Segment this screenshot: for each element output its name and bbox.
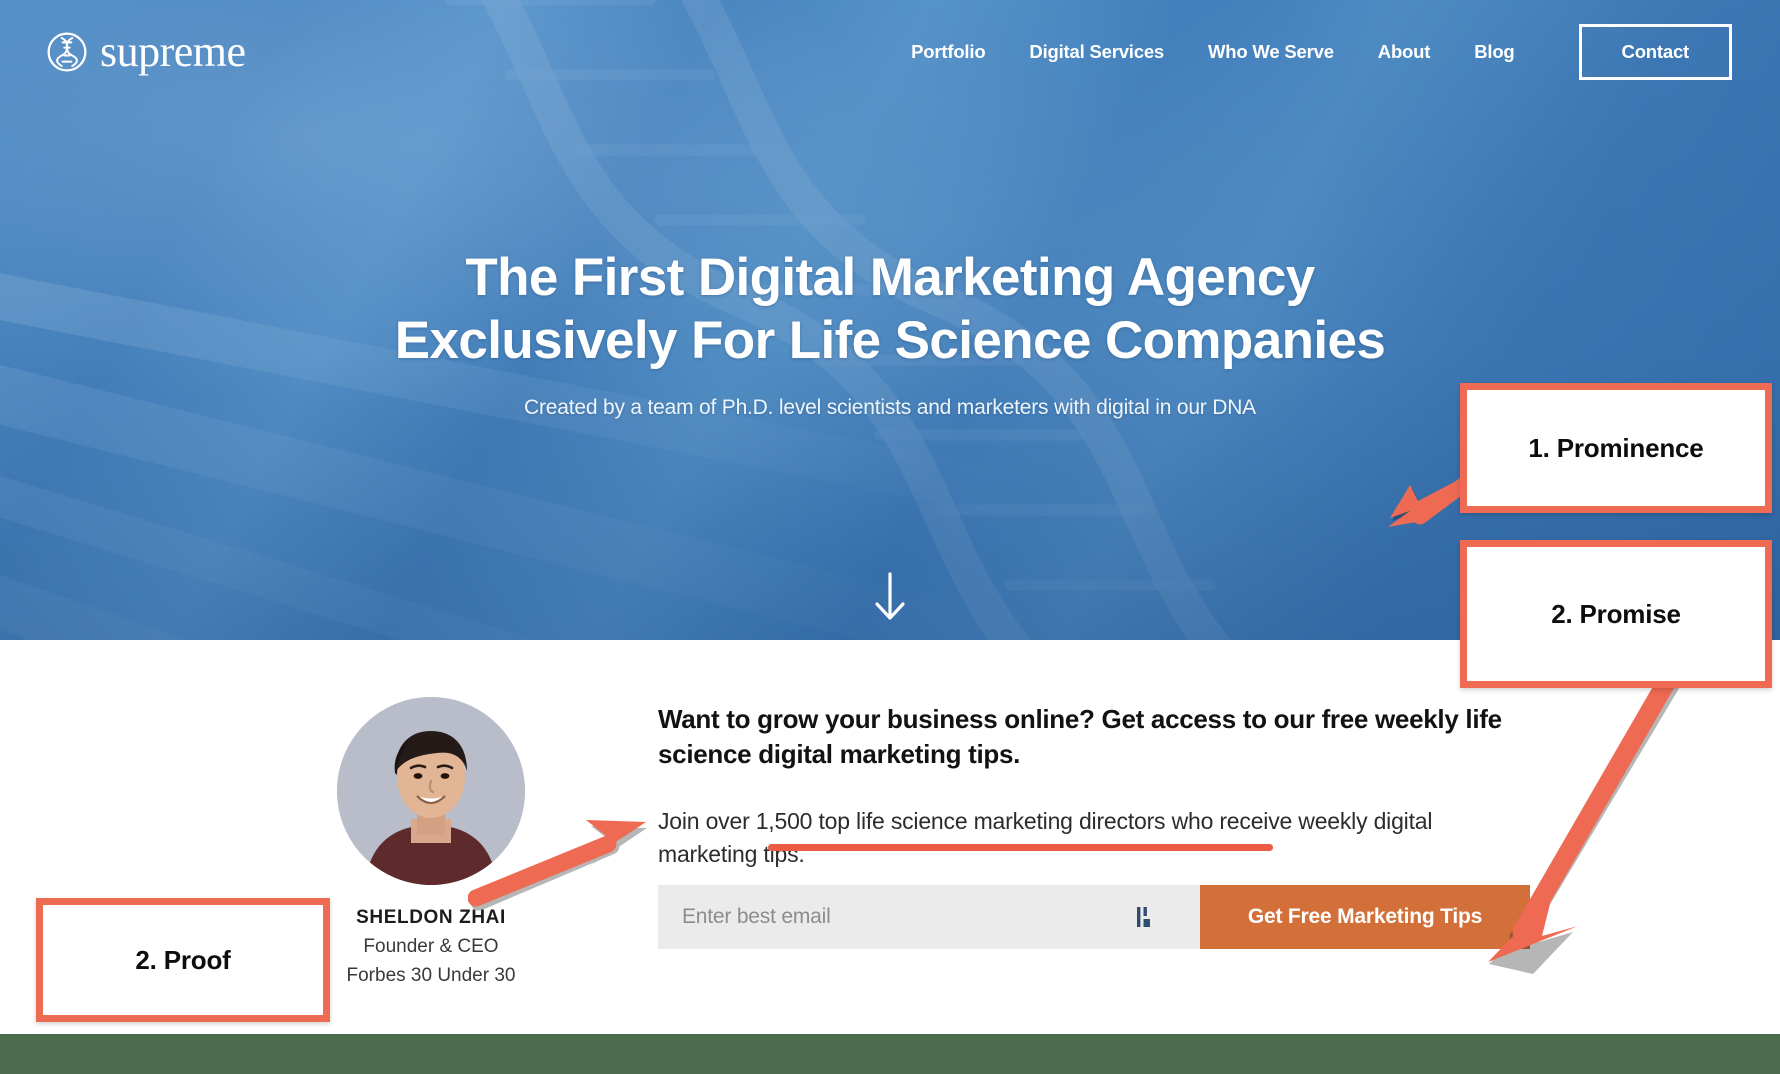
hero-title-line-2: Exclusively For Life Science Companies bbox=[394, 311, 1386, 371]
contact-button[interactable]: Contact bbox=[1578, 24, 1732, 80]
nav-item-blog[interactable]: Blog bbox=[1452, 33, 1536, 71]
annotation-label: 1. Prominence bbox=[1528, 432, 1704, 463]
annotation-box-promise: 2. Promise bbox=[1460, 540, 1772, 688]
dna-circle-icon bbox=[47, 32, 87, 72]
avatar bbox=[337, 697, 525, 885]
lead-paragraph: Join over 1,500 top life science marketi… bbox=[658, 805, 1518, 870]
nav-item-digital-services[interactable]: Digital Services bbox=[1007, 33, 1186, 71]
annotation-box-prominence: 1. Prominence bbox=[1460, 383, 1772, 513]
brand-logo[interactable]: supreme bbox=[46, 30, 246, 74]
lead-headline: Want to grow your business online? Get a… bbox=[658, 704, 1502, 769]
founder-award: Forbes 30 Under 30 bbox=[346, 965, 516, 986]
footer-strip bbox=[0, 1034, 1780, 1074]
page-root: supreme Portfolio Digital Services Who W… bbox=[0, 0, 1780, 1074]
founder-role: Founder & CEO bbox=[363, 936, 499, 957]
nav-item-who-we-serve[interactable]: Who We Serve bbox=[1186, 33, 1356, 71]
lead-body: Want to grow your business online? Get a… bbox=[658, 702, 1588, 870]
lead-paragraph-before: Join over bbox=[658, 808, 756, 835]
person-portrait-avatar bbox=[337, 697, 525, 885]
annotation-box-proof: 2. Proof bbox=[36, 898, 330, 1022]
hero-title: The First Digital Marketing Agency Exclu… bbox=[0, 246, 1780, 372]
email-signup-form: Get Free Marketing Tips bbox=[658, 885, 1530, 949]
founder-name: SHELDON ZHAI bbox=[356, 907, 506, 928]
lead-paragraph-highlight: 1,500 top life science marketing directo… bbox=[755, 808, 1166, 835]
hero-title-line-1: The First Digital Marketing Agency bbox=[465, 248, 1315, 307]
main-navigation: supreme Portfolio Digital Services Who W… bbox=[0, 0, 1780, 104]
annotation-underline bbox=[768, 844, 1273, 852]
nav-item-portfolio[interactable]: Portfolio bbox=[889, 33, 1007, 71]
brand-name: supreme bbox=[100, 27, 246, 76]
email-input[interactable] bbox=[658, 885, 1200, 949]
arrow-down-icon[interactable] bbox=[868, 570, 912, 624]
nav-item-about[interactable]: About bbox=[1356, 33, 1452, 71]
annotation-label: 2. Proof bbox=[135, 944, 231, 975]
annotation-label: 2. Promise bbox=[1551, 598, 1681, 629]
get-free-marketing-tips-button[interactable]: Get Free Marketing Tips bbox=[1200, 885, 1530, 949]
nav-links: Portfolio Digital Services Who We Serve … bbox=[889, 24, 1780, 80]
founder-block: SHELDON ZHAI Founder & CEO Forbes 30 Und… bbox=[337, 697, 525, 987]
